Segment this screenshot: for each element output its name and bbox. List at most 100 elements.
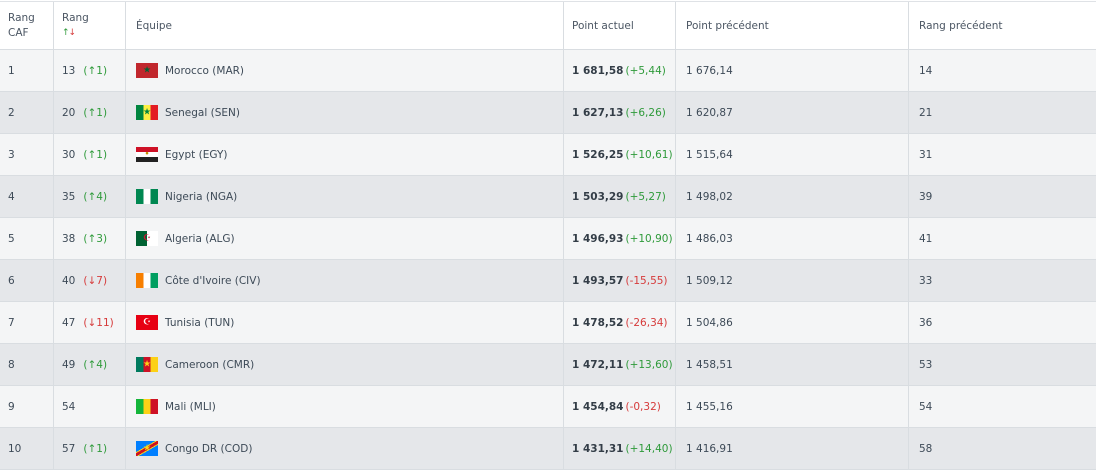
tunisia-flag-icon: ☪	[136, 315, 158, 330]
rank-change: (↑4)	[83, 190, 108, 203]
header-rang[interactable]: Rang ↑↓	[54, 2, 126, 49]
previous-points-cell: 1 620,87	[676, 92, 909, 133]
caf-rank-cell: 1	[0, 50, 54, 91]
points-delta: (-26,34)	[625, 316, 668, 329]
caf-rank-cell: 6	[0, 260, 54, 301]
team-name[interactable]: Morocco (MAR)	[165, 65, 244, 77]
current-points-cell: 1 478,52 (-26,34)	[564, 302, 676, 343]
table-row: 4 35 (↑4) Nigeria (NGA) 1 503,29 (+5,27) …	[0, 176, 1096, 218]
header-rang-caf-line1: Rang	[8, 11, 35, 24]
rank-cell: 13 (↑1)	[54, 50, 126, 91]
caf-rank-cell: 2	[0, 92, 54, 133]
rank-cell: 57 (↑1)	[54, 428, 126, 469]
cote-divoire-flag-icon	[136, 273, 158, 288]
header-equipe[interactable]: Équipe	[126, 2, 564, 49]
caf-rank: 8	[8, 358, 15, 371]
current-points: 1 431,31	[572, 442, 624, 455]
caf-ranking-table: Rang CAF Rang ↑↓ Équipe Point actuel Poi…	[0, 1, 1096, 470]
team-cell[interactable]: Mali (MLI)	[126, 386, 564, 427]
header-rang-precedent[interactable]: Rang précédent	[909, 2, 1096, 49]
team-name[interactable]: Cameroon (CMR)	[165, 359, 254, 371]
caf-rank: 4	[8, 190, 15, 203]
previous-points: 1 498,02	[686, 190, 733, 203]
previous-points-cell: 1 455,16	[676, 386, 909, 427]
team-name[interactable]: Côte d'Ivoire (CIV)	[165, 275, 261, 287]
current-points-cell: 1 681,58 (+5,44)	[564, 50, 676, 91]
table-row: 9 54 Mali (MLI) 1 454,84 (-0,32) 1 455,1…	[0, 386, 1096, 428]
previous-points: 1 455,16	[686, 400, 733, 413]
previous-rank-cell: 54	[909, 386, 1096, 427]
previous-rank-cell: 14	[909, 50, 1096, 91]
current-points: 1 472,11	[572, 358, 624, 371]
table-body: 1 13 (↑1) ★ Morocco (MAR) 1 681,58 (+5,44…	[0, 50, 1096, 470]
world-rank: 38	[62, 232, 76, 245]
current-points-cell: 1 472,11 (+13,60)	[564, 344, 676, 385]
current-points: 1 496,93	[572, 232, 624, 245]
current-points: 1 478,52	[572, 316, 624, 329]
caf-rank: 9	[8, 400, 15, 413]
algeria-flag-icon: ☪	[136, 231, 158, 246]
team-name[interactable]: Mali (MLI)	[165, 401, 216, 413]
rank-change: (↑1)	[83, 148, 108, 161]
caf-rank: 2	[8, 106, 15, 119]
egypt-flag-icon: •	[136, 147, 158, 162]
current-points: 1 493,57	[572, 274, 624, 287]
mali-flag-icon	[136, 399, 158, 414]
caf-rank-cell: 8	[0, 344, 54, 385]
team-cell[interactable]: ☪ Tunisia (TUN)	[126, 302, 564, 343]
current-points: 1 454,84	[572, 400, 624, 413]
points-delta: (-15,55)	[625, 274, 668, 287]
previous-points: 1 676,14	[686, 64, 733, 77]
previous-rank-cell: 21	[909, 92, 1096, 133]
nigeria-flag-icon	[136, 189, 158, 204]
current-points-cell: 1 431,31 (+14,40)	[564, 428, 676, 469]
previous-points-cell: 1 515,64	[676, 134, 909, 175]
team-cell[interactable]: ★ Cameroon (CMR)	[126, 344, 564, 385]
table-row: 6 40 (↓7) Côte d'Ivoire (CIV) 1 493,57 (-…	[0, 260, 1096, 302]
current-points-cell: 1 627,13 (+6,26)	[564, 92, 676, 133]
team-name[interactable]: Congo DR (COD)	[165, 443, 252, 455]
rank-change: (↑4)	[83, 358, 108, 371]
previous-points-cell: 1 416,91	[676, 428, 909, 469]
header-rang-caf[interactable]: Rang CAF	[0, 2, 54, 49]
current-points-cell: 1 454,84 (-0,32)	[564, 386, 676, 427]
team-name[interactable]: Egypt (EGY)	[165, 149, 228, 161]
header-rang-caf-line2: CAF	[8, 26, 29, 39]
team-cell[interactable]: Côte d'Ivoire (CIV)	[126, 260, 564, 301]
table-row: 10 57 (↑1) ★ Congo DR (COD) 1 431,31 (+14…	[0, 428, 1096, 470]
team-cell[interactable]: ★ Morocco (MAR)	[126, 50, 564, 91]
previous-rank-cell: 33	[909, 260, 1096, 301]
current-points-cell: 1 493,57 (-15,55)	[564, 260, 676, 301]
current-points: 1 503,29	[572, 190, 624, 203]
previous-points-cell: 1 504,86	[676, 302, 909, 343]
team-cell[interactable]: ☪ Algeria (ALG)	[126, 218, 564, 259]
team-name[interactable]: Tunisia (TUN)	[165, 317, 234, 329]
points-delta: (+10,90)	[625, 232, 673, 245]
previous-points: 1 515,64	[686, 148, 733, 161]
team-name[interactable]: Nigeria (NGA)	[165, 191, 237, 203]
team-cell[interactable]: ★ Congo DR (COD)	[126, 428, 564, 469]
cameroon-flag-icon: ★	[136, 357, 158, 372]
caf-rank-cell: 9	[0, 386, 54, 427]
team-cell[interactable]: Nigeria (NGA)	[126, 176, 564, 217]
previous-rank-cell: 53	[909, 344, 1096, 385]
table-row: 3 30 (↑1) • Egypt (EGY) 1 526,25 (+10,61)…	[0, 134, 1096, 176]
previous-rank: 31	[919, 148, 933, 161]
table-row: 5 38 (↑3) ☪ Algeria (ALG) 1 496,93 (+10,9…	[0, 218, 1096, 260]
team-cell[interactable]: • Egypt (EGY)	[126, 134, 564, 175]
caf-rank: 3	[8, 148, 15, 161]
sort-arrows-icon[interactable]: ↑↓	[62, 26, 89, 41]
header-point-precedent[interactable]: Point précédent	[676, 2, 909, 49]
previous-points-cell: 1 486,03	[676, 218, 909, 259]
header-point-actuel[interactable]: Point actuel	[564, 2, 676, 49]
world-rank: 40	[62, 274, 76, 287]
current-points-cell: 1 526,25 (+10,61)	[564, 134, 676, 175]
team-cell[interactable]: ★ Senegal (SEN)	[126, 92, 564, 133]
previous-rank: 14	[919, 64, 933, 77]
table-header-row: Rang CAF Rang ↑↓ Équipe Point actuel Poi…	[0, 2, 1096, 50]
team-name[interactable]: Senegal (SEN)	[165, 107, 240, 119]
congo-dr-flag-icon: ★	[136, 441, 158, 456]
current-points: 1 681,58	[572, 64, 624, 77]
team-name[interactable]: Algeria (ALG)	[165, 233, 235, 245]
rank-cell: 35 (↑4)	[54, 176, 126, 217]
